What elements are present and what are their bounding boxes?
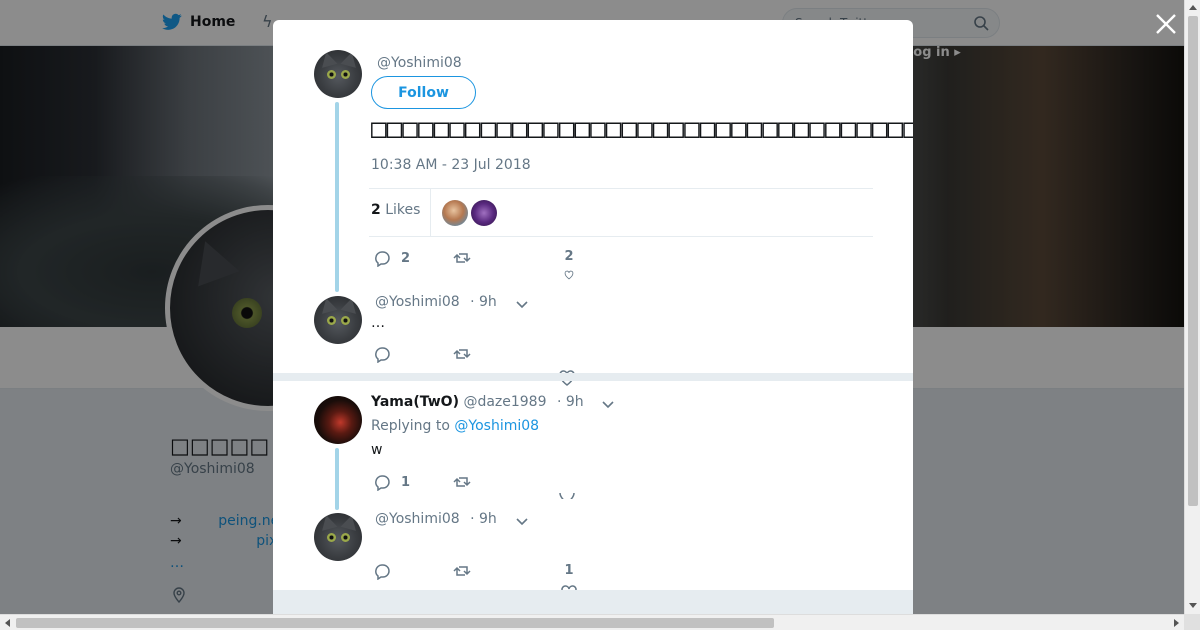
reply-icon: [375, 564, 390, 580]
retweet-icon: [453, 349, 471, 359]
liker-avatar[interactable]: [442, 200, 468, 226]
conversation-separator: [273, 373, 913, 381]
retweet-button[interactable]: [453, 345, 471, 363]
liker-avatar[interactable]: [471, 200, 497, 226]
horizontal-scrollbar[interactable]: [0, 614, 1184, 630]
tweet-timestamp[interactable]: 10:38 AM - 23 Jul 2018: [371, 157, 531, 173]
like-count: 2: [564, 249, 574, 264]
reply-button[interactable]: [373, 345, 391, 363]
reply-author-name[interactable]: Yama(TwO): [371, 394, 459, 410]
avatar[interactable]: [314, 296, 362, 344]
divider: [369, 188, 873, 189]
divider: [369, 236, 873, 237]
modal-footer: [273, 590, 913, 614]
replying-to: Replying to @Yoshimi08: [371, 418, 540, 434]
reply-button[interactable]: 2: [373, 249, 410, 267]
like-button[interactable]: [558, 493, 576, 499]
reply-icon: [375, 475, 390, 491]
reply-count: 2: [401, 250, 411, 266]
reply-text: w: [371, 442, 383, 458]
horizontal-scrollbar-thumb[interactable]: [16, 618, 774, 628]
chevron-down-icon[interactable]: [601, 397, 615, 411]
reply-text: …: [371, 315, 385, 331]
reply-header: @Yoshimi08 · 9h: [375, 294, 497, 310]
reply-header: Yama(TwO) @daze1989 · 9h: [371, 394, 584, 410]
scroll-up-arrow[interactable]: [1189, 5, 1197, 10]
chevron-down-icon[interactable]: [515, 297, 529, 311]
reply-header: @Yoshimi08 · 9h: [375, 511, 497, 527]
chevron-down-icon[interactable]: [515, 514, 529, 528]
author-handle[interactable]: @Yoshimi08: [377, 55, 462, 71]
reply-time[interactable]: · 9h: [557, 394, 584, 410]
tweet-modal: @Yoshimi08 Follow □□□□□□□□□□□□□□□□□□□□□□…: [273, 20, 913, 614]
retweet-button[interactable]: [453, 562, 471, 580]
scroll-left-arrow[interactable]: [5, 619, 10, 627]
close-icon[interactable]: [1154, 12, 1178, 36]
heart-icon: [559, 493, 575, 499]
reply-button[interactable]: 1: [373, 473, 410, 491]
follow-button[interactable]: Follow: [371, 76, 476, 109]
tweet-text: □□□□□□□□□□□□□□□□□□□□□□□□□□□□□□□□□□□□□□□□…: [371, 114, 913, 144]
thread-line: [335, 448, 339, 510]
replying-to-link[interactable]: @Yoshimi08: [454, 418, 539, 434]
avatar[interactable]: [314, 513, 362, 561]
retweet-button[interactable]: [453, 473, 471, 491]
divider: [430, 189, 431, 236]
retweet-icon: [453, 253, 471, 263]
likes-stat[interactable]: 2 Likes: [371, 202, 420, 218]
heart-icon: [564, 270, 574, 280]
retweet-icon: [453, 477, 471, 487]
avatar[interactable]: [314, 50, 362, 98]
like-count: 1: [564, 563, 574, 578]
reply-handle[interactable]: @Yoshimi08: [375, 294, 460, 310]
thread-line: [335, 102, 339, 292]
reply-count: 1: [401, 474, 411, 490]
reply-time[interactable]: · 9h: [470, 294, 497, 310]
vertical-scrollbar-thumb[interactable]: [1188, 16, 1198, 506]
avatar[interactable]: [314, 396, 362, 444]
retweet-icon: [453, 566, 471, 576]
reply-button[interactable]: [373, 562, 391, 580]
reply-handle[interactable]: @daze1989: [463, 394, 546, 410]
scrollbar-corner: [1184, 614, 1200, 630]
reply-time[interactable]: · 9h: [470, 511, 497, 527]
reply-handle[interactable]: @Yoshimi08: [375, 511, 460, 527]
reply-icon: [375, 251, 390, 267]
retweet-button[interactable]: [453, 249, 471, 267]
scroll-right-arrow[interactable]: [1174, 619, 1179, 627]
scroll-down-arrow[interactable]: [1189, 603, 1197, 608]
reply-icon: [375, 347, 390, 363]
like-button[interactable]: 2: [560, 249, 578, 280]
vertical-scrollbar[interactable]: [1184, 0, 1200, 614]
